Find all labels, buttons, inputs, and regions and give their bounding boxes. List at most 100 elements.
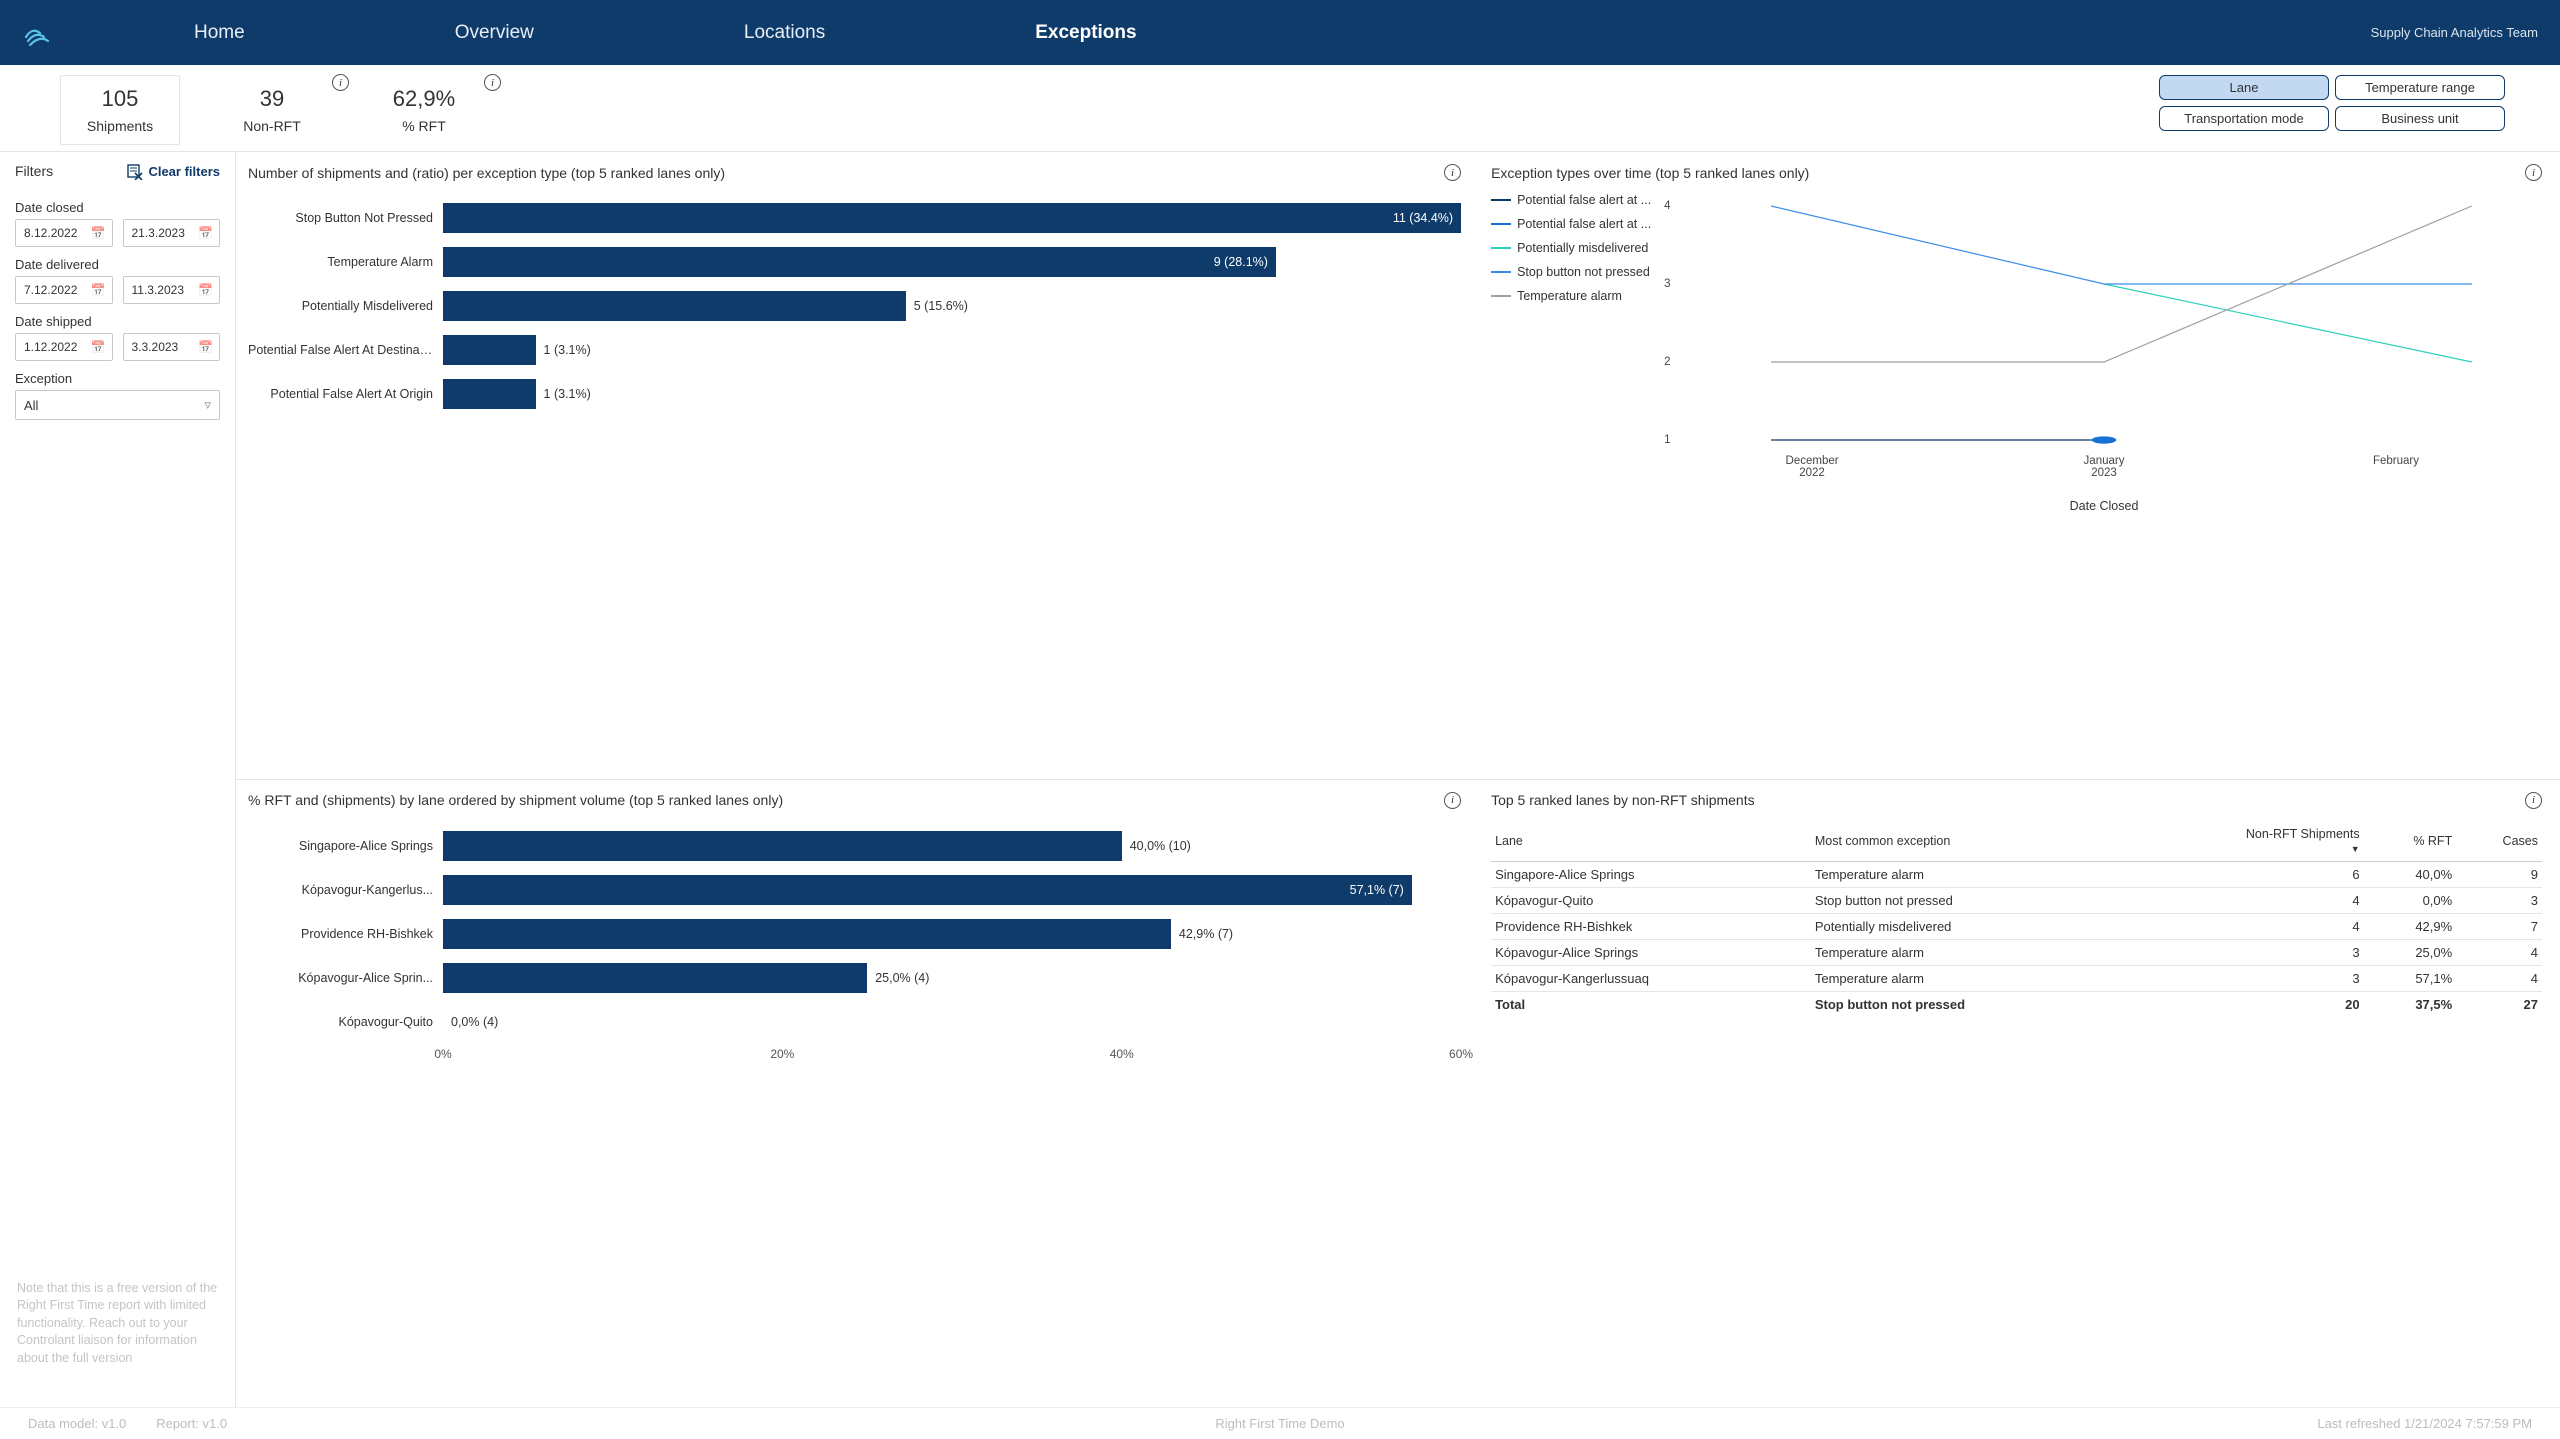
legend-item[interactable]: Stop button not pressed	[1491, 265, 1666, 279]
bar-fill	[443, 963, 867, 993]
table-header[interactable]: Most common exception	[1811, 821, 2123, 862]
filters-panel: Filters Clear filters Date closed 8.12.2…	[0, 152, 235, 1407]
date-shipped-from-input[interactable]: 1.12.2022📅	[15, 333, 113, 361]
date-delivered-from-input[interactable]: 7.12.2022📅	[15, 276, 113, 304]
bar-fill	[443, 335, 536, 365]
calendar-icon: 📅	[198, 226, 213, 240]
y-tick: 1	[1664, 434, 1670, 446]
calendar-icon: 📅	[91, 340, 106, 354]
table-row[interactable]: Kópavogur-QuitoStop button not pressed40…	[1491, 887, 2542, 913]
bar-value-label: 9 (28.1%)	[1214, 255, 1276, 269]
bar-row[interactable]: Potential False Alert At Origin 1 (3.1%)	[248, 379, 1461, 409]
filter-label-date-shipped: Date shipped	[15, 314, 220, 329]
main-grid: Number of shipments and (ratio) per exce…	[236, 152, 2560, 1407]
table-header[interactable]: Non-RFT Shipments▼	[2123, 821, 2363, 862]
bar-row[interactable]: Potentially Misdelivered5 (15.6%)	[248, 291, 1461, 321]
legend-item[interactable]: Potential false alert at ...	[1491, 193, 1666, 207]
info-icon[interactable]: i	[2525, 792, 2542, 809]
kpi-pctrft-label: % RFT	[389, 118, 459, 134]
date-closed-from-input[interactable]: 8.12.2022📅	[15, 219, 113, 247]
info-icon[interactable]: i	[2525, 164, 2542, 181]
exception-select[interactable]: All ▿	[15, 390, 220, 420]
team-label: Supply Chain Analytics Team	[2371, 25, 2538, 40]
nav-tab-overview[interactable]: Overview	[455, 22, 534, 44]
kpi-nonrft[interactable]: i 39 Non-RFT	[212, 75, 332, 145]
bar-fill: 11 (34.4%)	[443, 203, 1461, 233]
kpi-shipments[interactable]: 105 Shipments	[60, 75, 180, 145]
kpi-nonrft-value: 39	[237, 86, 307, 112]
info-icon[interactable]: i	[484, 74, 501, 91]
date-shipped-to-input[interactable]: 3.3.2023📅	[123, 333, 221, 361]
line-chart-plot: December2022January2023February Date Clo…	[1666, 193, 2542, 453]
bar-row[interactable]: Kópavogur-Quito0,0% (4)	[248, 1007, 1461, 1037]
bar-row[interactable]: Temperature Alarm 9 (28.1%)	[248, 247, 1461, 277]
info-icon[interactable]: i	[1444, 164, 1461, 181]
nav-tab-exceptions[interactable]: Exceptions	[1035, 22, 1136, 44]
filter-label-date-delivered: Date delivered	[15, 257, 220, 272]
clear-filters-button[interactable]: Clear filters	[126, 162, 220, 180]
date-delivered-to-input[interactable]: 11.3.2023📅	[123, 276, 221, 304]
y-tick: 4	[1664, 200, 1670, 212]
bar-value-label: 1 (3.1%)	[544, 343, 591, 357]
kpi-pctrft[interactable]: i 62,9% % RFT	[364, 75, 484, 145]
x-tick: February	[2250, 455, 2542, 479]
info-icon[interactable]: i	[1444, 792, 1461, 809]
nav-tab-home[interactable]: Home	[194, 22, 245, 44]
nav-tab-locations[interactable]: Locations	[744, 22, 825, 44]
footer: Data model: v1.0 Report: v1.0 Right Firs…	[0, 1407, 2560, 1439]
top-nav: Home Overview Locations Exceptions Supply C…	[0, 0, 2560, 65]
table-row[interactable]: Providence RH-BishkekPotentially misdeli…	[1491, 913, 2542, 939]
bar-fill	[443, 919, 1171, 949]
bar-row[interactable]: Stop Button Not Pressed11 (34.4%)	[248, 203, 1461, 233]
date-closed-to-input[interactable]: 21.3.2023📅	[123, 219, 221, 247]
bar-fill	[443, 291, 906, 321]
bar-label: Providence RH-Bishkek	[248, 927, 443, 941]
chart-exception-type-title: Number of shipments and (ratio) per exce…	[248, 165, 725, 181]
axis-tick: 0%	[434, 1047, 451, 1061]
line-chart-legend: Potential false alert at ... Potential fa…	[1491, 193, 1666, 453]
rft-lane-bars: Singapore-Alice Springs40,0% (10) Kópavog…	[248, 821, 1461, 1037]
footer-data-model: Data model: v1.0	[28, 1416, 126, 1431]
info-icon[interactable]: i	[332, 74, 349, 91]
filter-label-date-closed: Date closed	[15, 200, 220, 215]
bar-value-label: 40,0% (10)	[1130, 839, 1191, 853]
pill-transportation-mode[interactable]: Transportation mode	[2159, 106, 2329, 131]
table-header[interactable]: Cases	[2456, 821, 2542, 862]
bar-row[interactable]: Providence RH-Bishkek42,9% (7)	[248, 919, 1461, 949]
bar-label: Temperature Alarm	[248, 255, 443, 269]
clear-filters-icon	[126, 162, 144, 180]
calendar-icon: 📅	[198, 340, 213, 354]
bar-row[interactable]: Singapore-Alice Springs40,0% (10)	[248, 831, 1461, 861]
exception-type-bars: Stop Button Not Pressed11 (34.4%) Tempera…	[248, 193, 1461, 409]
rft-lane-axis: 0%20%40%60%	[443, 1047, 1461, 1065]
table-header[interactable]: % RFT	[2364, 821, 2457, 862]
pill-business-unit[interactable]: Business unit	[2335, 106, 2505, 131]
legend-swatch	[1491, 271, 1511, 274]
bar-row[interactable]: Kópavogur-Alice Sprin...25,0% (4)	[248, 963, 1461, 993]
legend-item[interactable]: Potentially misdelivered	[1491, 241, 1666, 255]
body: Filters Clear filters Date closed 8.12.2…	[0, 152, 2560, 1407]
bar-row[interactable]: Kópavogur-Kangerlus...57,1% (7)	[248, 875, 1461, 905]
bar-label: Potential False Alert At Origin	[248, 387, 443, 401]
x-tick: December2022	[1666, 455, 1958, 479]
table-row[interactable]: Kópavogur-KangerlussuaqTemperature alarm…	[1491, 965, 2542, 991]
table-header[interactable]: Lane	[1491, 821, 1811, 862]
bar-row[interactable]: Potential False Alert At Destinat...1 (3…	[248, 335, 1461, 365]
bar-label: Stop Button Not Pressed	[248, 211, 443, 225]
legend-swatch	[1491, 295, 1511, 298]
axis-tick: 40%	[1110, 1047, 1134, 1061]
bar-label: Potentially Misdelivered	[248, 299, 443, 313]
table-total-row: TotalStop button not pressed2037,5%27	[1491, 991, 2542, 1017]
calendar-icon: 📅	[91, 226, 106, 240]
kpi-pctrft-value: 62,9%	[389, 86, 459, 112]
pill-temperature-range[interactable]: Temperature range	[2335, 75, 2505, 100]
pill-lane[interactable]: Lane	[2159, 75, 2329, 100]
calendar-icon: 📅	[198, 283, 213, 297]
kpi-bar: 105 Shipments i 39 Non-RFT i 62,9% % RFT…	[0, 65, 2560, 152]
legend-item[interactable]: Temperature alarm	[1491, 289, 1666, 303]
legend-item[interactable]: Potential false alert at ...	[1491, 217, 1666, 231]
table-row[interactable]: Singapore-Alice SpringsTemperature alarm…	[1491, 861, 2542, 887]
bar-value-label: 1 (3.1%)	[544, 387, 591, 401]
table-row[interactable]: Kópavogur-Alice SpringsTemperature alarm…	[1491, 939, 2542, 965]
kpi-nonrft-label: Non-RFT	[237, 118, 307, 134]
